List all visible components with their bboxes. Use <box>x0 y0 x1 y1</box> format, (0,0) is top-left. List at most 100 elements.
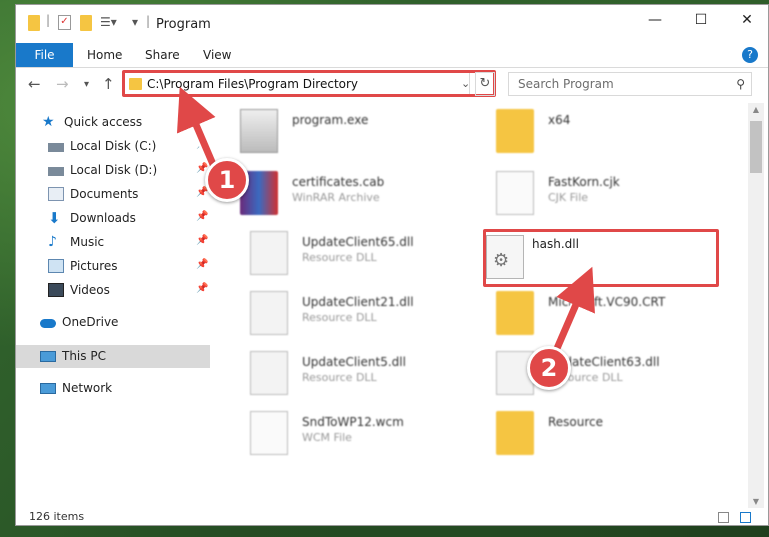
music-icon: ♪ <box>48 234 57 250</box>
file-item[interactable]: FastKorn.cjk CJK File <box>496 165 736 221</box>
sidebar-item-local-disk-d[interactable]: Local Disk (D:) <box>48 159 157 181</box>
file-item[interactable]: program.exe <box>240 103 480 159</box>
file-name: UpdateClient5.dll <box>302 355 406 369</box>
file-item[interactable]: UpdateClient5.dll Resource DLL <box>250 345 490 401</box>
file-name: program.exe <box>292 113 369 127</box>
cloud-icon <box>40 319 56 328</box>
folder-icon <box>28 15 40 31</box>
pin-icon[interactable]: 📌 <box>196 139 208 150</box>
sidebar-item-label: Pictures <box>70 259 118 273</box>
file-list: program.exe x64 certificates.cab WinRAR … <box>220 103 746 508</box>
customize-toolbar-icon[interactable]: ☰▾ <box>100 15 117 35</box>
file-type: CJK File <box>548 191 589 204</box>
search-placeholder: Search Program <box>518 77 614 91</box>
sidebar-item-onedrive[interactable]: OneDrive <box>40 311 118 333</box>
download-icon: ⬇ <box>48 209 61 227</box>
file-item[interactable]: Microsoft.VC90.CRT <box>496 285 736 341</box>
title-bar: | ✓ ☰▾ ▾ | Program — ☐ ✕ <box>16 5 768 43</box>
properties-icon[interactable]: ✓ <box>58 15 71 30</box>
file-type: WinRAR Archive <box>292 191 380 204</box>
scroll-thumb[interactable] <box>750 121 762 173</box>
pin-icon[interactable]: 📌 <box>196 283 208 294</box>
network-icon <box>40 382 56 394</box>
refresh-button[interactable]: ↻ <box>475 72 495 96</box>
step-1-badge: 1 <box>205 158 249 202</box>
tab-home[interactable]: Home <box>87 43 122 67</box>
navigation-pane: ★ Quick access Local Disk (C:) 📌 Local D… <box>16 103 210 508</box>
sidebar-item-label: Quick access <box>64 115 143 129</box>
up-arrow-icon[interactable]: ↑ <box>102 75 115 93</box>
sidebar-item-network[interactable]: Network <box>40 377 112 399</box>
folder-icon <box>496 411 534 455</box>
details-view-icon[interactable] <box>718 512 729 523</box>
file-item[interactable]: UpdateClient65.dll Resource DLL <box>250 225 490 281</box>
file-type: Resource DLL <box>302 251 377 264</box>
pictures-icon <box>48 259 64 273</box>
sidebar-item-label: This PC <box>62 349 106 363</box>
file-type: WCM File <box>302 431 352 444</box>
pin-icon[interactable]: 📌 <box>196 235 208 246</box>
chevron-down-icon[interactable]: ▾ <box>132 15 138 35</box>
ribbon-tabs: File Home Share View ? <box>16 43 768 68</box>
sidebar-item-label: OneDrive <box>62 315 119 329</box>
file-item[interactable]: SndToWP12.wcm WCM File <box>250 405 490 461</box>
recent-locations-chevron-icon[interactable]: ▾ <box>84 79 89 90</box>
file-icon <box>496 171 534 215</box>
sidebar-item-videos[interactable]: Videos <box>48 279 110 301</box>
sidebar-item-music[interactable]: ♪ Music <box>48 231 104 253</box>
navigation-bar: ← → ▾ ↑ C:\Program Files\Program Directo… <box>16 69 768 101</box>
document-icon <box>48 187 64 201</box>
file-explorer-window: | ✓ ☰▾ ▾ | Program — ☐ ✕ File Home Share… <box>15 4 769 526</box>
help-icon[interactable]: ? <box>742 47 758 63</box>
vertical-scrollbar[interactable]: ▲ ▼ <box>748 103 764 508</box>
file-item[interactable]: Resource <box>496 405 736 461</box>
sidebar-item-label: Music <box>70 235 105 249</box>
forward-arrow-icon[interactable]: → <box>56 75 69 93</box>
separator: | <box>46 13 51 27</box>
tab-file[interactable]: File <box>16 43 73 67</box>
file-item[interactable]: certificates.cab WinRAR Archive <box>240 165 480 221</box>
drive-icon <box>48 143 64 152</box>
sidebar-item-quick-access[interactable]: ★ Quick access <box>42 111 142 133</box>
sidebar-item-local-disk-c[interactable]: Local Disk (C:) <box>48 135 156 157</box>
tab-share[interactable]: Share <box>145 43 180 67</box>
large-icons-view-icon[interactable] <box>740 512 751 523</box>
file-icon <box>250 411 288 455</box>
pin-icon[interactable]: 📌 <box>196 259 208 270</box>
pin-icon[interactable]: 📌 <box>196 211 208 222</box>
scroll-down-icon[interactable]: ▼ <box>748 497 764 506</box>
sidebar-item-label: Videos <box>70 283 110 297</box>
computer-icon <box>40 350 56 362</box>
status-bar: 126 items <box>16 508 768 527</box>
file-name: SndToWP12.wcm <box>302 415 404 429</box>
search-icon: ⚲ <box>736 77 745 91</box>
separator: | <box>146 14 151 28</box>
sidebar-item-label: Downloads <box>70 211 136 225</box>
minimize-button[interactable]: — <box>632 5 678 35</box>
file-name: UpdateClient21.dll <box>302 295 414 309</box>
sidebar-item-pictures[interactable]: Pictures <box>48 255 118 277</box>
file-highlight-box <box>483 229 719 287</box>
sidebar-item-documents[interactable]: Documents <box>48 183 138 205</box>
drive-icon <box>48 167 64 176</box>
exe-icon <box>240 109 278 153</box>
search-input[interactable]: Search Program ⚲ <box>508 72 752 96</box>
address-highlight-box <box>122 70 496 97</box>
tab-view[interactable]: View <box>203 43 231 67</box>
star-icon: ★ <box>42 114 55 130</box>
file-name: x64 <box>548 113 571 127</box>
file-item[interactable]: UpdateClient21.dll Resource DLL <box>250 285 490 341</box>
sidebar-item-downloads[interactable]: ⬇ Downloads <box>48 207 136 229</box>
dll-icon <box>250 291 288 335</box>
file-name: FastKorn.cjk <box>548 175 620 189</box>
maximize-button[interactable]: ☐ <box>678 5 724 35</box>
scroll-up-icon[interactable]: ▲ <box>748 105 764 114</box>
close-button[interactable]: ✕ <box>724 5 769 35</box>
sidebar-item-label: Documents <box>70 187 139 201</box>
dll-icon <box>250 231 288 275</box>
sidebar-item-this-pc[interactable]: This PC <box>40 345 106 367</box>
file-type: Resource DLL <box>302 311 377 324</box>
file-item[interactable]: x64 <box>496 103 736 159</box>
back-arrow-icon[interactable]: ← <box>28 75 41 93</box>
new-folder-icon[interactable] <box>80 15 92 31</box>
